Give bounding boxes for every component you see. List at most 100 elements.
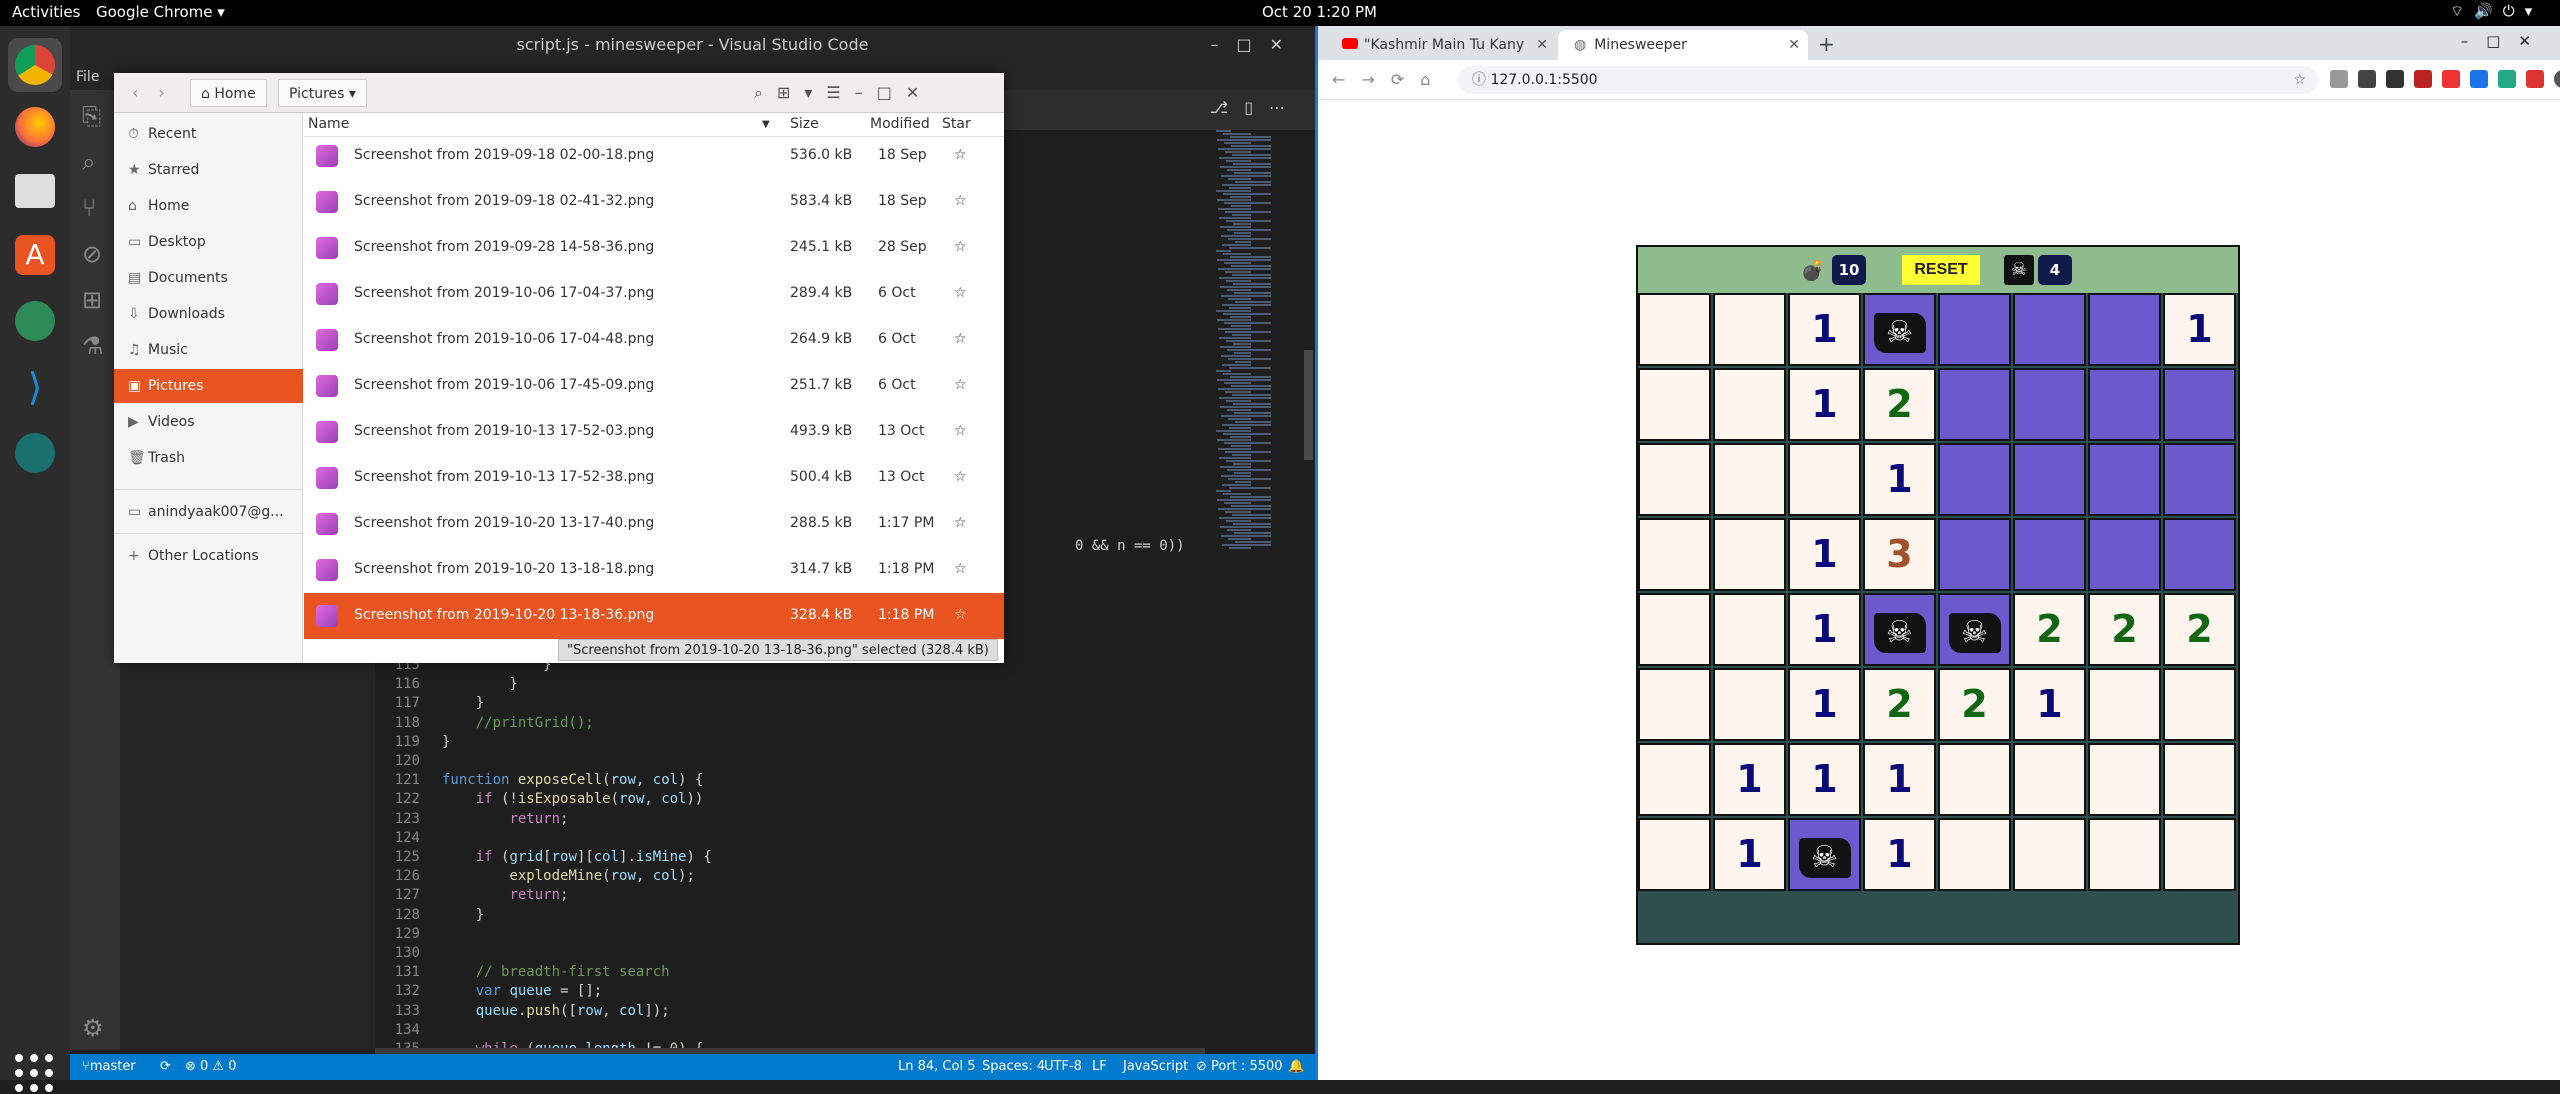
flagged-cell[interactable]: ☠ bbox=[1788, 818, 1861, 891]
file-row[interactable]: Screenshot from 2019-09-18 02-00-18.png 5… bbox=[304, 137, 1004, 179]
empty-cell[interactable] bbox=[1638, 743, 1711, 816]
file-row[interactable]: Screenshot from 2019-10-13 17-52-38.png 5… bbox=[304, 455, 1004, 501]
number-cell[interactable]: 1 bbox=[1788, 518, 1861, 591]
atom-icon[interactable] bbox=[8, 294, 62, 348]
empty-cell[interactable] bbox=[1713, 368, 1786, 441]
window-controls[interactable]: –□✕ bbox=[2461, 32, 2549, 50]
app-menu[interactable]: Google Chrome ▾ bbox=[96, 3, 225, 21]
hidden-cell[interactable] bbox=[1938, 293, 2011, 366]
number-cell[interactable]: 1 bbox=[2163, 293, 2236, 366]
window-controls[interactable]: –□✕ bbox=[1210, 26, 1301, 64]
sidebar-item-music[interactable]: ♫ Music bbox=[114, 333, 303, 367]
hidden-cell[interactable] bbox=[2088, 443, 2161, 516]
menu-file[interactable]: File bbox=[76, 69, 99, 85]
address-bar[interactable]: ⓘ 127.0.0.1:5500 ☆ bbox=[1458, 66, 2318, 94]
star-icon[interactable]: ☆ bbox=[954, 469, 967, 485]
vscode-icon[interactable]: ⟩ bbox=[8, 360, 62, 414]
hidden-cell[interactable] bbox=[2088, 293, 2161, 366]
file-row[interactable]: Screenshot from 2019-10-06 17-04-37.png 2… bbox=[304, 271, 1004, 317]
star-icon[interactable]: ☆ bbox=[954, 423, 967, 439]
file-row[interactable]: Screenshot from 2019-09-18 02-41-32.png 5… bbox=[304, 179, 1004, 225]
number-cell[interactable]: 1 bbox=[1713, 743, 1786, 816]
number-cell[interactable]: 1 bbox=[1863, 818, 1936, 891]
empty-cell[interactable] bbox=[2013, 818, 2086, 891]
file-row[interactable]: Screenshot from 2019-10-20 13-18-36.png 3… bbox=[304, 593, 1004, 639]
col-name[interactable]: Name bbox=[308, 116, 349, 132]
empty-cell[interactable] bbox=[1713, 443, 1786, 516]
bookmark-star-icon[interactable]: ☆ bbox=[2293, 66, 2306, 94]
empty-cell[interactable] bbox=[1638, 368, 1711, 441]
breadcrumb-pictures[interactable]: Pictures ▾ bbox=[278, 79, 367, 107]
search-icon[interactable]: ⌕ bbox=[82, 148, 95, 176]
sidebar-item-downloads[interactable]: ⇩ Downloads bbox=[114, 297, 303, 331]
new-tab-button[interactable]: + bbox=[1818, 32, 1835, 56]
sidebar-item-home[interactable]: ⌂ Home bbox=[114, 189, 303, 223]
empty-cell[interactable] bbox=[2013, 743, 2086, 816]
col-size[interactable]: Size bbox=[790, 116, 819, 132]
tab-minesweeper[interactable]: ◍ Minesweeper ✕ bbox=[1558, 30, 1808, 60]
hidden-cell[interactable] bbox=[2013, 293, 2086, 366]
debug-icon[interactable]: ⊘ bbox=[82, 240, 102, 268]
sync-indicator[interactable]: ⟳ bbox=[160, 1054, 171, 1080]
empty-cell[interactable] bbox=[2163, 818, 2236, 891]
empty-cell[interactable] bbox=[1788, 443, 1861, 516]
indent-setting[interactable]: Spaces: 4 bbox=[982, 1054, 1045, 1080]
empty-cell[interactable] bbox=[2163, 743, 2236, 816]
extension-icon[interactable] bbox=[2358, 70, 2376, 88]
minimap[interactable] bbox=[1210, 130, 1310, 1046]
sidebar-item-trash[interactable]: 🗑 Trash bbox=[114, 441, 303, 475]
hidden-cell[interactable] bbox=[2163, 368, 2236, 441]
source-control-icon[interactable]: ⑂ bbox=[82, 194, 96, 222]
file-row[interactable]: Screenshot from 2019-10-06 17-04-48.png 2… bbox=[304, 317, 1004, 363]
notifications-bell-icon[interactable]: 🔔 bbox=[1288, 1054, 1304, 1080]
nav-buttons[interactable]: ←→⟳⌂ bbox=[1332, 70, 1446, 89]
extension-icon[interactable] bbox=[2386, 70, 2404, 88]
sidebar-item-anindyaak007-g-[interactable]: ▭ anindyaak007@g... bbox=[114, 495, 303, 529]
file-row[interactable]: Screenshot from 2019-10-20 13-18-18.png 3… bbox=[304, 547, 1004, 593]
empty-cell[interactable] bbox=[2163, 668, 2236, 741]
empty-cell[interactable] bbox=[1638, 443, 1711, 516]
test-icon[interactable]: ⚗ bbox=[82, 332, 104, 360]
col-modified[interactable]: Modified bbox=[870, 116, 930, 132]
encoding[interactable]: UTF-8 bbox=[1044, 1054, 1082, 1080]
number-cell[interactable]: 2 bbox=[2088, 593, 2161, 666]
empty-cell[interactable] bbox=[2088, 818, 2161, 891]
hidden-cell[interactable] bbox=[2088, 368, 2161, 441]
reset-button[interactable]: RESET bbox=[1902, 255, 1980, 285]
chrome-icon[interactable] bbox=[8, 38, 62, 92]
number-cell[interactable]: 2 bbox=[2013, 593, 2086, 666]
number-cell[interactable]: 1 bbox=[1788, 368, 1861, 441]
star-icon[interactable]: ☆ bbox=[954, 331, 967, 347]
file-row[interactable]: Screenshot from 2019-10-06 17-45-09.png 2… bbox=[304, 363, 1004, 409]
empty-cell[interactable] bbox=[1638, 668, 1711, 741]
empty-cell[interactable] bbox=[1938, 743, 2011, 816]
number-cell[interactable]: 2 bbox=[2163, 593, 2236, 666]
extension-icon[interactable] bbox=[2470, 70, 2488, 88]
hidden-cell[interactable] bbox=[1938, 443, 2011, 516]
number-cell[interactable]: 1 bbox=[1788, 743, 1861, 816]
back-forward-buttons[interactable]: ‹› bbox=[132, 83, 185, 102]
sidebar-item-recent[interactable]: ⏱ Recent bbox=[114, 117, 303, 151]
profile-avatar[interactable] bbox=[2554, 70, 2560, 88]
explorer-icon[interactable]: ⎘ bbox=[82, 102, 101, 130]
number-cell[interactable]: 2 bbox=[1863, 368, 1936, 441]
hidden-cell[interactable] bbox=[2163, 518, 2236, 591]
hidden-cell[interactable] bbox=[1938, 368, 2011, 441]
sidebar-item-videos[interactable]: ▶ Videos bbox=[114, 405, 303, 439]
number-cell[interactable]: 1 bbox=[1788, 293, 1861, 366]
extension-icon[interactable] bbox=[2498, 70, 2516, 88]
tab-close-icon[interactable]: ✕ bbox=[1536, 30, 1548, 60]
star-icon[interactable]: ☆ bbox=[954, 377, 967, 393]
extensions-icon[interactable]: ⊞ bbox=[82, 286, 102, 314]
empty-cell[interactable] bbox=[1713, 593, 1786, 666]
sidebar-item-pictures[interactable]: ▣ Pictures bbox=[114, 369, 303, 403]
file-row[interactable]: Screenshot from 2019-10-20 13-17-40.png 2… bbox=[304, 501, 1004, 547]
hidden-cell[interactable] bbox=[1938, 518, 2011, 591]
empty-cell[interactable] bbox=[1713, 668, 1786, 741]
sort-chevron-icon[interactable]: ▼ bbox=[762, 119, 770, 130]
info-icon[interactable]: ⓘ bbox=[1472, 72, 1490, 88]
number-cell[interactable]: 1 bbox=[1713, 818, 1786, 891]
empty-cell[interactable] bbox=[1638, 518, 1711, 591]
empty-cell[interactable] bbox=[1938, 818, 2011, 891]
star-icon[interactable]: ☆ bbox=[954, 515, 967, 531]
